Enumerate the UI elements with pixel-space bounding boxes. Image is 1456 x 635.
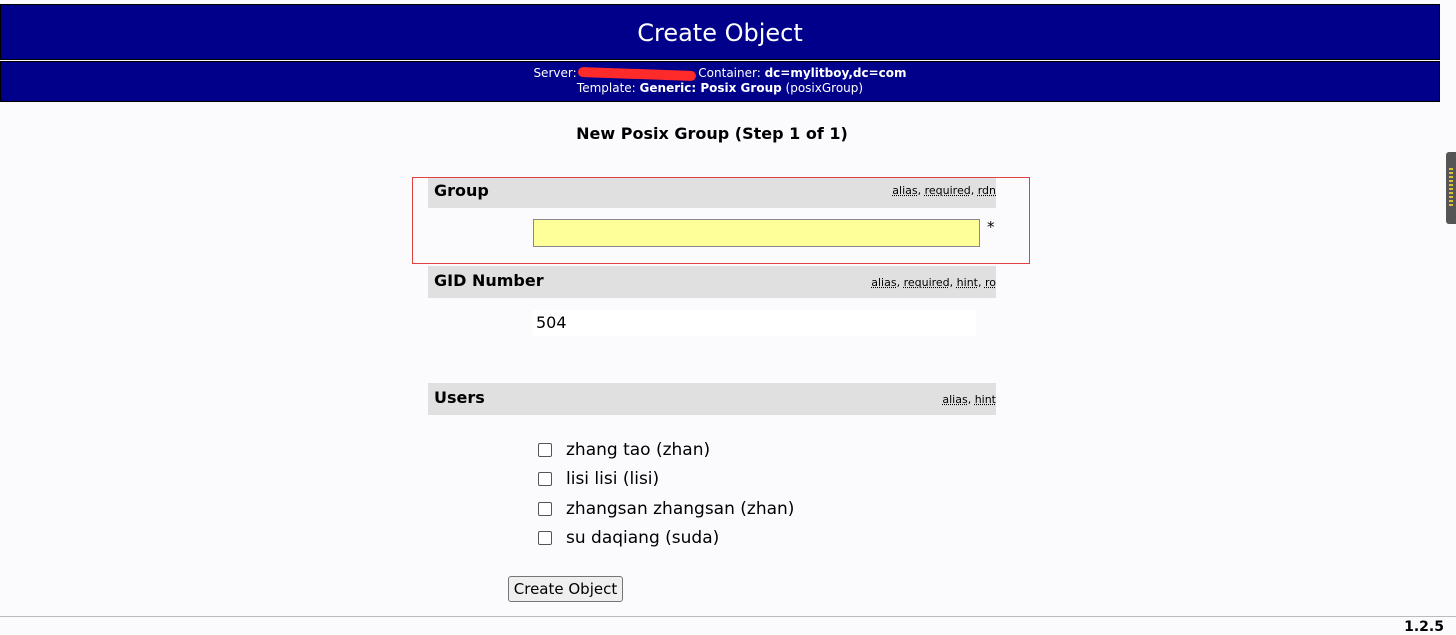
user-option-label[interactable]: zhang tao (zhan) — [566, 438, 710, 462]
user-option-label[interactable]: lisi lisi (lisi) — [566, 467, 659, 491]
form-title: New Posix Group (Step 1 of 1) — [576, 124, 848, 143]
user-checkbox[interactable] — [538, 443, 552, 457]
group-attribute-header: Group alias, required, rdn — [428, 178, 996, 208]
group-flag-alias: alias — [892, 184, 918, 197]
required-marker: * — [987, 218, 995, 236]
group-flag-rdn: rdn — [977, 184, 996, 197]
gid-flag-required: required — [903, 276, 950, 289]
user-checkbox[interactable] — [538, 472, 552, 486]
template-label: Template: — [576, 81, 636, 95]
gid-flag-ro: ro — [984, 276, 996, 289]
users-flag-hint: hint — [974, 393, 996, 406]
user-option-row[interactable]: su daqiang (suda) — [538, 526, 719, 550]
gid-attribute-header: GID Number alias, required, hint, ro — [428, 266, 996, 298]
users-attribute-header: Users alias, hint — [428, 383, 996, 415]
user-option-row[interactable]: zhang tao (zhan) — [538, 438, 710, 462]
group-label: Group — [434, 181, 489, 200]
gid-flag-hint: hint — [956, 276, 978, 289]
redacted-server-value — [578, 66, 697, 81]
user-option-label[interactable]: su daqiang (suda) — [566, 526, 719, 550]
container-value: dc=mylitboy,dc=com — [764, 66, 907, 80]
gid-label: GID Number — [434, 271, 544, 290]
users-flag-alias: alias — [942, 393, 968, 406]
server-label: Server: — [533, 66, 577, 80]
template-schema: (posixGroup) — [785, 81, 864, 95]
footer-divider — [0, 616, 1456, 617]
create-object-button[interactable]: Create Object — [508, 576, 623, 602]
context-bar: Server: Container: dc=mylitboy,dc=com Te… — [0, 61, 1440, 102]
user-checkbox[interactable] — [538, 502, 552, 516]
group-name-input[interactable] — [533, 219, 980, 247]
user-option-row[interactable]: lisi lisi (lisi) — [538, 467, 659, 491]
group-flag-required: required — [924, 184, 971, 197]
server-container-line: Server: Container: dc=mylitboy,dc=com — [1, 66, 1439, 81]
scroll-indicator[interactable] — [1446, 152, 1456, 224]
users-label: Users — [434, 388, 485, 407]
gid-number-value: 504 — [533, 310, 976, 336]
page-title: Create Object — [0, 4, 1440, 60]
user-checkbox[interactable] — [538, 531, 552, 545]
level-meter-icon — [1449, 168, 1453, 208]
user-option-label[interactable]: zhangsan zhangsan (zhan) — [566, 497, 794, 521]
user-option-row[interactable]: zhangsan zhangsan (zhan) — [538, 497, 794, 521]
version-label: 1.2.5 — [1404, 619, 1444, 635]
gid-flag-alias: alias — [871, 276, 897, 289]
template-line: Template: Generic: Posix Group (posixGro… — [1, 81, 1439, 96]
template-value: Generic: Posix Group — [639, 81, 782, 95]
container-label: Container: — [698, 66, 761, 80]
